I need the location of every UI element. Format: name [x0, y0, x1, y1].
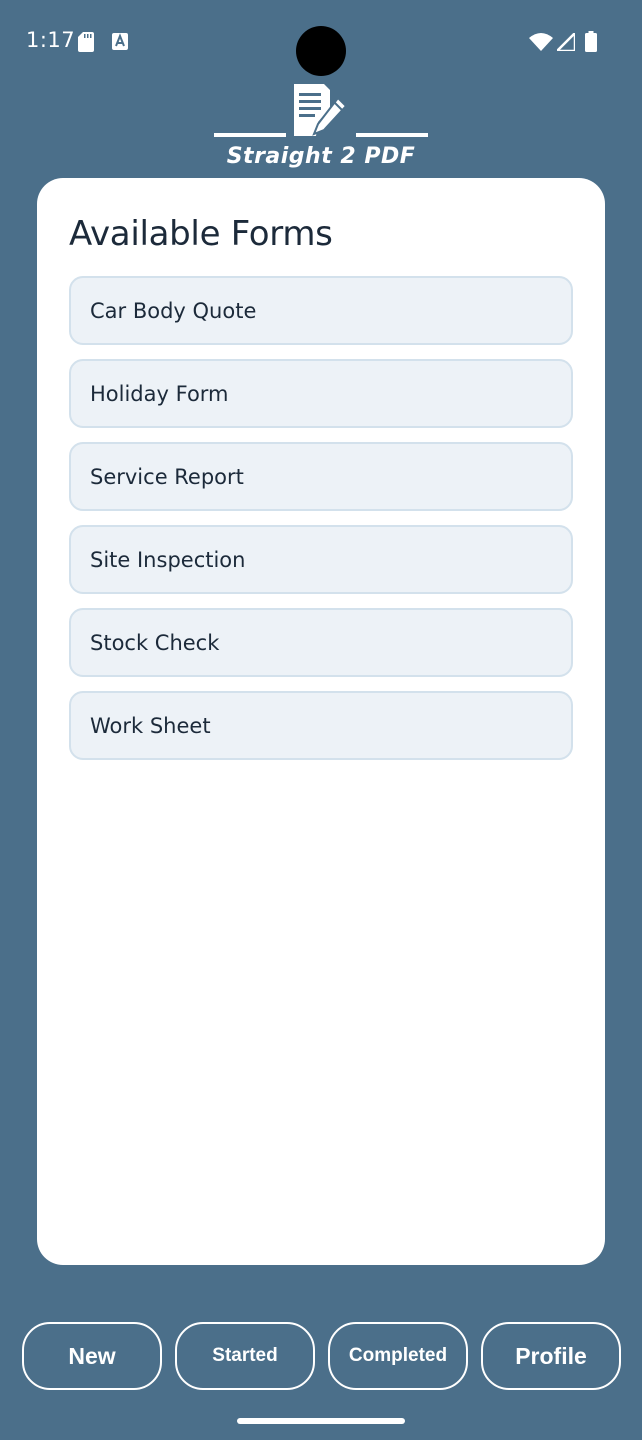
battery-icon: [585, 31, 597, 52]
status-bar: 1:17: [0, 0, 642, 84]
form-item-service-report[interactable]: Service Report: [69, 442, 573, 511]
form-item-work-sheet[interactable]: Work Sheet: [69, 691, 573, 760]
page-title: Available Forms: [69, 214, 333, 254]
home-indicator[interactable]: [237, 1418, 405, 1424]
cell-signal-icon: [557, 33, 575, 51]
forms-list: Car Body Quote Holiday Form Service Repo…: [69, 276, 573, 774]
accessibility-a-icon: [112, 33, 128, 50]
completed-button[interactable]: Completed: [328, 1322, 468, 1390]
wifi-icon: [529, 33, 553, 51]
app-logo: Straight 2 PDF: [214, 84, 428, 176]
logo-divider-right: [356, 133, 428, 137]
status-time: 1:17: [26, 28, 76, 52]
started-button[interactable]: Started: [175, 1322, 315, 1390]
form-item-car-body-quote[interactable]: Car Body Quote: [69, 276, 573, 345]
form-item-stock-check[interactable]: Stock Check: [69, 608, 573, 677]
logo-divider-left: [214, 133, 286, 137]
forms-card: Available Forms Car Body Quote Holiday F…: [37, 178, 605, 1265]
document-pen-icon: [294, 84, 348, 136]
profile-button[interactable]: Profile: [481, 1322, 621, 1390]
camera-cutout: [296, 26, 346, 76]
logo-text: Straight 2 PDF: [226, 144, 416, 169]
bottom-nav: New Started Completed Profile: [22, 1322, 622, 1390]
form-item-site-inspection[interactable]: Site Inspection: [69, 525, 573, 594]
new-button[interactable]: New: [22, 1322, 162, 1390]
sd-card-icon: [78, 32, 94, 52]
form-item-holiday-form[interactable]: Holiday Form: [69, 359, 573, 428]
